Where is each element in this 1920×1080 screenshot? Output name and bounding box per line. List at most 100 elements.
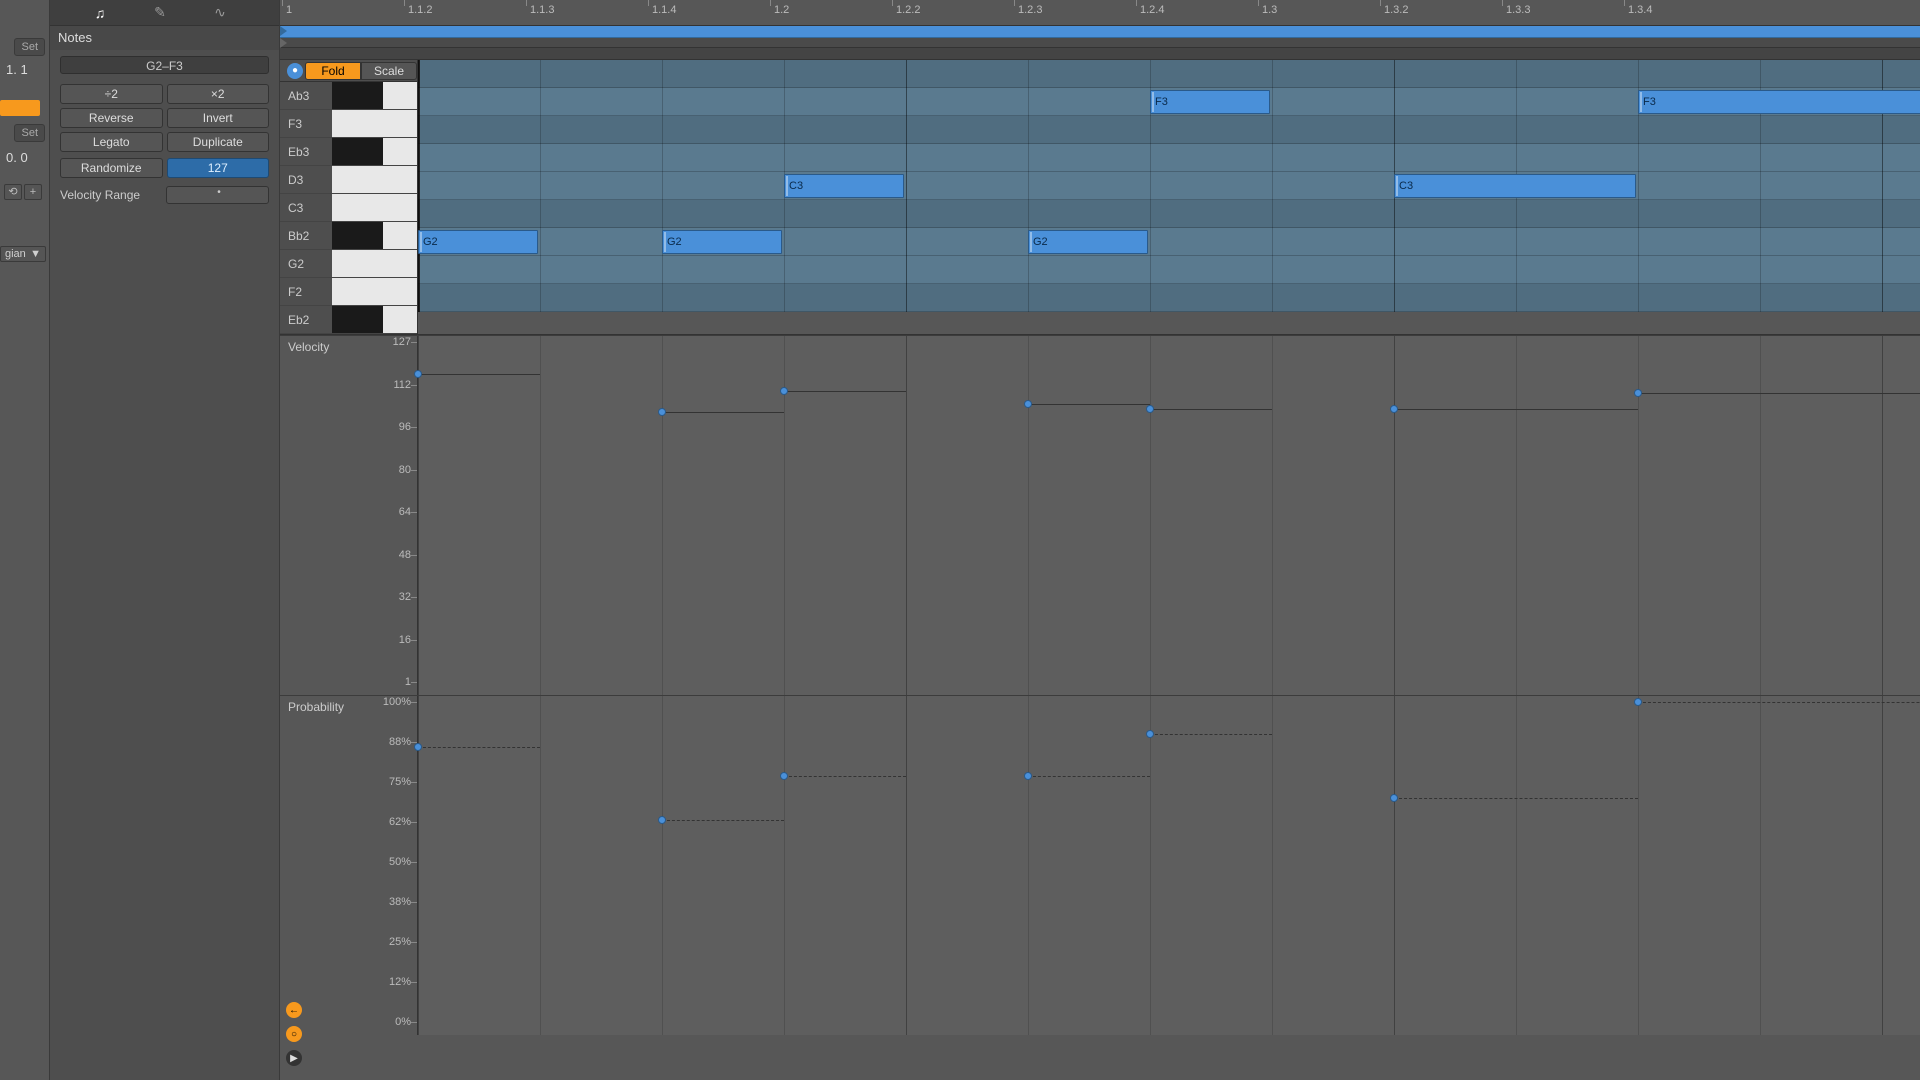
reverse-button[interactable]: Reverse — [60, 108, 163, 128]
set-button-2[interactable]: Set — [14, 124, 45, 142]
velocity-stem[interactable] — [418, 374, 540, 375]
piano-key[interactable]: Ab3 — [280, 82, 417, 110]
probability-stem[interactable] — [1638, 702, 1920, 703]
velocity-axis-label: 127 — [393, 336, 411, 348]
set-button-1[interactable]: Set — [14, 38, 45, 56]
probability-lane: Probability 100%88%75%62%50%38%25%12%0% — [280, 695, 1920, 1035]
timeline-ruler[interactable]: 11.1.21.1.31.1.41.21.2.21.2.31.2.41.31.3… — [280, 0, 1920, 26]
piano-key[interactable]: G2 — [280, 250, 417, 278]
piano-key-visual — [332, 222, 417, 249]
probability-marker[interactable] — [1634, 698, 1642, 706]
midi-note[interactable]: C3 — [1394, 174, 1636, 198]
probability-stem[interactable] — [662, 820, 784, 821]
velocity-marker[interactable] — [1634, 389, 1642, 397]
piano-key[interactable]: F3 — [280, 110, 417, 138]
velocity-marker[interactable] — [1024, 400, 1032, 408]
midi-note[interactable]: C3 — [784, 174, 904, 198]
midi-note[interactable]: G2 — [1028, 230, 1148, 254]
notes-tab-icon[interactable]: ♫ — [80, 5, 120, 21]
midi-note[interactable]: F3 — [1150, 90, 1270, 114]
scale-dropdown[interactable]: gian ▼ — [0, 246, 46, 262]
probability-marker[interactable] — [658, 816, 666, 824]
velocity-stem[interactable] — [1638, 393, 1920, 394]
probability-marker[interactable] — [780, 772, 788, 780]
piano-key-label: D3 — [280, 173, 332, 187]
probability-marker[interactable] — [1024, 772, 1032, 780]
velocity-stem[interactable] — [662, 412, 784, 413]
piano-key-label: F2 — [280, 285, 332, 299]
probability-axis-label: 25% — [389, 936, 411, 948]
velocity-axis-label: 16 — [399, 634, 411, 646]
note-range-field[interactable]: G2–F3 — [60, 56, 269, 74]
probability-axis-label: 0% — [395, 1016, 411, 1028]
velocity-marker[interactable] — [658, 408, 666, 416]
probability-stem[interactable] — [418, 747, 540, 748]
velocity-lane-title: Velocity — [288, 340, 329, 354]
velocity-marker[interactable] — [780, 387, 788, 395]
loop-icon[interactable]: ⟲ — [4, 184, 22, 200]
probability-stem[interactable] — [784, 776, 906, 777]
legato-button[interactable]: Legato — [60, 132, 163, 152]
invert-button[interactable]: Invert — [167, 108, 270, 128]
velocity-range-field[interactable] — [166, 186, 270, 204]
randomize-button[interactable]: Randomize — [60, 158, 163, 178]
fold-button[interactable]: Fold — [305, 62, 361, 80]
velocity-stem[interactable] — [1028, 404, 1150, 405]
probability-marker[interactable] — [414, 743, 422, 751]
probability-axis-label: 75% — [389, 776, 411, 788]
piano-key[interactable]: C3 — [280, 194, 417, 222]
probability-axis-label: 12% — [389, 976, 411, 988]
play-marker-lane[interactable] — [280, 38, 1920, 48]
value-field-2[interactable]: 0. 0 — [6, 150, 28, 165]
scale-button[interactable]: Scale — [361, 62, 417, 80]
expression-tab-icon[interactable]: ∿ — [200, 4, 240, 21]
probability-stem[interactable] — [1028, 776, 1150, 777]
randomize-value[interactable]: 127 — [167, 158, 270, 178]
duplicate-button[interactable]: Duplicate — [167, 132, 270, 152]
probability-plot[interactable] — [418, 696, 1920, 1035]
note-grid[interactable]: G2 G2 C3 G2 F3 C3 F3 — [418, 60, 1920, 312]
prev-lane-icon[interactable]: ← — [286, 1002, 302, 1018]
double-time-button[interactable]: ×2 — [167, 84, 270, 104]
velocity-marker[interactable] — [1146, 405, 1154, 413]
velocity-marker[interactable] — [1390, 405, 1398, 413]
midi-note[interactable]: F3 — [1638, 90, 1920, 114]
plus-icon[interactable]: + — [24, 184, 42, 200]
midi-note[interactable]: G2 — [662, 230, 782, 254]
half-time-button[interactable]: ÷2 — [60, 84, 163, 104]
velocity-stem[interactable] — [784, 391, 906, 392]
velocity-stem[interactable] — [1394, 409, 1638, 410]
velocity-stem[interactable] — [1150, 409, 1272, 410]
probability-axis-label: 38% — [389, 896, 411, 908]
envelope-tab-icon[interactable]: ✎ — [140, 4, 180, 21]
velocity-axis-label: 80 — [399, 464, 411, 476]
small-tool-pair: ⟲ + — [4, 184, 42, 200]
timeline-tick: 1.1.3 — [530, 4, 554, 16]
piano-key[interactable]: D3 — [280, 166, 417, 194]
probability-marker[interactable] — [1146, 730, 1154, 738]
piano-key[interactable]: Eb2 — [280, 306, 417, 334]
probability-stem[interactable] — [1394, 798, 1638, 799]
piano-key-label: Eb2 — [280, 313, 332, 327]
probability-stem[interactable] — [1150, 734, 1272, 735]
lane-options-icon[interactable]: ○ — [286, 1026, 302, 1042]
probability-marker[interactable] — [1390, 794, 1398, 802]
inspector-column: Set 1. 1 Set 0. 0 ⟲ + gian ▼ — [0, 0, 50, 1080]
piano-key-label: Ab3 — [280, 89, 332, 103]
velocity-axis-label: 64 — [399, 506, 411, 518]
value-field-1[interactable]: 1. 1 — [6, 62, 28, 77]
probability-lane-title: Probability — [288, 700, 344, 714]
midi-note[interactable]: G2 — [418, 230, 538, 254]
velocity-plot[interactable] — [418, 336, 1920, 695]
probability-axis-label: 50% — [389, 856, 411, 868]
loop-brace[interactable] — [280, 26, 1920, 38]
velocity-axis-label: 48 — [399, 549, 411, 561]
scale-indicator-icon[interactable]: ● — [287, 63, 303, 79]
piano-key[interactable]: Eb3 — [280, 138, 417, 166]
velocity-marker[interactable] — [414, 370, 422, 378]
piano-key[interactable]: Bb2 — [280, 222, 417, 250]
piano-key-visual — [332, 110, 417, 137]
play-icon[interactable]: ▶ — [286, 1050, 302, 1066]
piano-key[interactable]: F2 — [280, 278, 417, 306]
timeline-tick: 1.3.2 — [1384, 4, 1408, 16]
